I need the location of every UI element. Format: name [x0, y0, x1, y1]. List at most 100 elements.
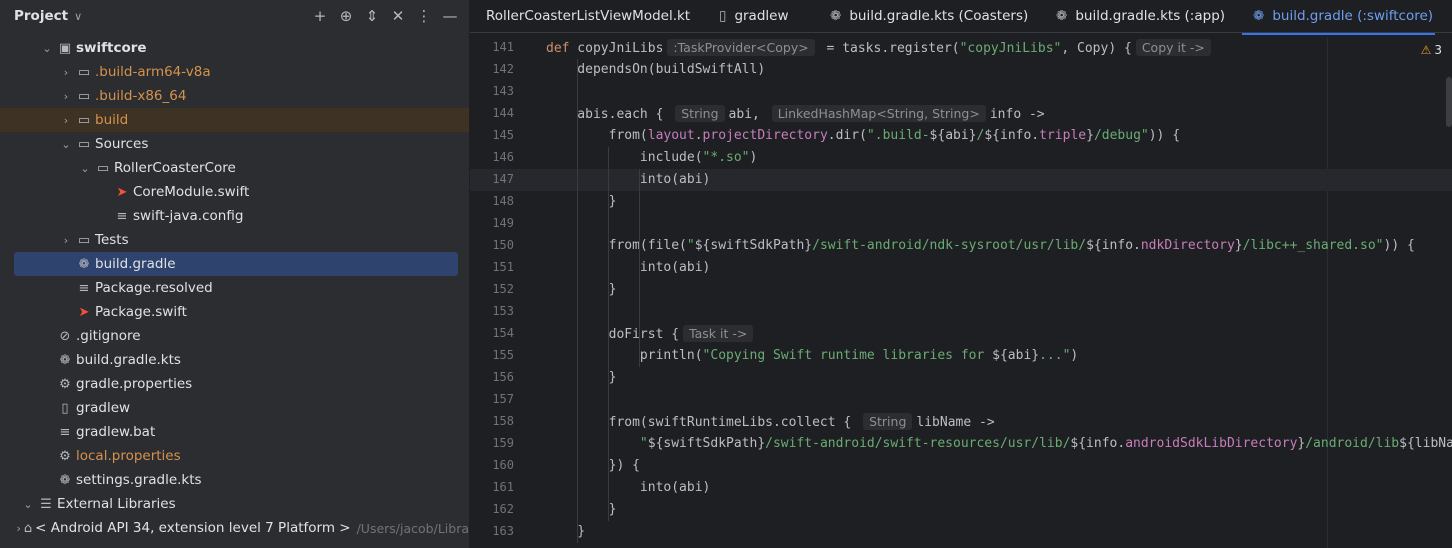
tree-item[interactable]: ➤ CoreModule.swift — [0, 180, 469, 204]
tab-0[interactable]: RollerCoasterListViewModel.kt — [486, 0, 690, 32]
tree-item-label: gradlew — [76, 400, 131, 416]
code-line: 151 into(abi) — [470, 257, 1452, 279]
tree-item-label: swiftcore — [76, 40, 147, 56]
tree-item[interactable]: › ▭ .build-x86_64 — [0, 84, 469, 108]
tree-item[interactable]: ≡ Package.resolved — [0, 276, 469, 300]
tree-item-label: .build-x86_64 — [95, 88, 187, 104]
line-number: 162 — [492, 502, 514, 516]
line-number: 150 — [492, 238, 514, 252]
expand-icon[interactable]: ⇕ — [359, 7, 385, 25]
chevron-right-icon[interactable]: › — [58, 66, 74, 79]
editor-area: RollerCoasterListViewModel.kt ▯ gradlew ❁ bu… — [470, 0, 1452, 548]
swift-icon: ➤ — [78, 304, 90, 320]
tree-item[interactable]: ❁ settings.gradle.kts — [0, 468, 469, 492]
swift-icon: ➤ — [116, 184, 128, 200]
tree-item[interactable]: ⊘ .gitignore — [0, 324, 469, 348]
tree-item[interactable]: ⚙ gradle.properties — [0, 372, 469, 396]
tree-item[interactable]: ➤ Package.swift — [0, 300, 469, 324]
code-editor[interactable]: ⚠ 3 141 def copyJniLibs:TaskProvider<Copy>… — [470, 37, 1452, 548]
folder-icon: ▭ — [77, 64, 91, 80]
library-icon: ☰ — [40, 496, 52, 512]
android-icon: ⌂ — [23, 520, 33, 536]
tree-item[interactable]: ⌄ ☰ External Libraries — [0, 492, 469, 516]
tree-item[interactable]: ⚙ local.properties — [0, 444, 469, 468]
code-line: 146 include("*.so") — [470, 147, 1452, 169]
project-panel: Project ∨ + ⊕ ⇕ ✕ ⋮ — ⌄ ▣ swiftcore › ▭ .buil… — [0, 0, 469, 548]
add-icon[interactable]: + — [307, 7, 333, 25]
tree-item-label: Package.swift — [95, 304, 187, 320]
code-line: 141 def copyJniLibs:TaskProvider<Copy> = … — [470, 37, 1452, 59]
chevron-down-icon[interactable]: ⌄ — [58, 138, 74, 151]
chevron-right-icon[interactable]: › — [58, 234, 74, 247]
tab-2[interactable]: ❁ build.gradle.kts (Coasters) — [830, 0, 1028, 32]
tree-item[interactable]: ❁ build.gradle.kts — [0, 348, 469, 372]
code-line: 159 "${swiftSdkPath}/swift-android/swift… — [470, 433, 1452, 455]
tree-item-label: .gitignore — [76, 328, 141, 344]
code-line: 153 — [470, 301, 1452, 323]
tree-item-label: < Android API 34, extension level 7 Plat… — [35, 520, 351, 536]
chevron-right-icon[interactable]: › — [16, 522, 22, 535]
collapse-icon[interactable]: ✕ — [385, 7, 411, 25]
tab-4[interactable]: ❁ build.gradle (:swiftcore) — [1253, 0, 1433, 32]
chevron-down-icon[interactable]: ⌄ — [77, 162, 93, 175]
active-tab-indicator — [1242, 33, 1435, 35]
tree-item[interactable]: › ▭ build — [0, 108, 469, 132]
tree-item[interactable]: ⌄ ▭ Sources — [0, 132, 469, 156]
chevron-down-icon[interactable]: ∨ — [74, 10, 82, 23]
code-line: 145 from(layout.projectDirectory.dir(".b… — [470, 125, 1452, 147]
line-number: 159 — [492, 436, 514, 450]
minimize-icon[interactable]: — — [437, 7, 463, 25]
tree-item[interactable]: ≡ gradlew.bat — [0, 420, 469, 444]
target-icon[interactable]: ⊕ — [333, 7, 359, 25]
indent-guide — [608, 147, 609, 521]
module-icon: ▣ — [58, 40, 72, 56]
tree-item[interactable]: › ⌂ < Android API 34, extension level 7 Pl… — [0, 516, 469, 540]
code-line: 162 } — [470, 499, 1452, 521]
tree-item[interactable]: › ▭ Tests — [0, 228, 469, 252]
project-title[interactable]: Project — [14, 8, 68, 24]
line-number: 153 — [492, 304, 514, 318]
code-line: 160 }) { — [470, 455, 1452, 477]
line-number: 156 — [492, 370, 514, 384]
tab-3[interactable]: ❁ build.gradle.kts (:app) — [1056, 0, 1225, 32]
code-line: 147 into(abi) — [470, 169, 1452, 191]
line-number: 152 — [492, 282, 514, 296]
chevron-down-icon[interactable]: ⌄ — [20, 498, 36, 511]
line-number: 161 — [492, 480, 514, 494]
code-line: 149 — [470, 213, 1452, 235]
chevron-right-icon[interactable]: › — [58, 90, 74, 103]
settings-icon: ⚙ — [59, 448, 71, 464]
code-text: def copyJniLibs:TaskProvider<Copy> = tas… — [546, 37, 1215, 60]
tree-item-label: RollerCoasterCore — [114, 160, 236, 176]
line-number: 144 — [492, 106, 514, 120]
tree-item-label: External Libraries — [57, 496, 176, 512]
tree-item[interactable]: ⌄ ▭ RollerCoasterCore — [0, 156, 469, 180]
line-number: 142 — [492, 62, 514, 76]
code-text: into(abi) — [546, 480, 711, 495]
code-line: 157 — [470, 389, 1452, 411]
line-number: 151 — [492, 260, 514, 274]
code-line: 152 } — [470, 279, 1452, 301]
folder-icon: ▭ — [77, 136, 91, 152]
code-line: 158 from(swiftRuntimeLibs.collect { Stri… — [470, 411, 1452, 433]
tree-item[interactable]: ▯ gradlew — [0, 396, 469, 420]
gradle-icon: ❁ — [59, 352, 71, 368]
line-number: 148 — [492, 194, 514, 208]
tree-item[interactable]: ⌄ ▣ swiftcore — [0, 36, 469, 60]
tab-1[interactable]: ▯ gradlew — [719, 0, 789, 32]
code-line: 142 dependsOn(buildSwiftAll) — [470, 59, 1452, 81]
tree-item[interactable]: › ▭ .build-arm64-v8a — [0, 60, 469, 84]
chevron-down-icon[interactable]: ⌄ — [39, 42, 55, 55]
tree-item[interactable]: ❁ build.gradle — [14, 252, 458, 276]
file-icon: ▯ — [61, 400, 69, 416]
gradle-icon: ❁ — [78, 256, 90, 272]
line-number: 154 — [492, 326, 514, 340]
tree-item-label: build.gradle.kts — [76, 352, 181, 368]
tab-label: build.gradle.kts (:app) — [1075, 8, 1226, 24]
tree-item[interactable]: ≡ swift-java.config — [0, 204, 469, 228]
line-number: 160 — [492, 458, 514, 472]
code-text: into(abi) — [546, 260, 711, 275]
more-icon[interactable]: ⋮ — [411, 7, 437, 25]
code-text: println("Copying Swift runtime libraries… — [546, 348, 1079, 363]
chevron-right-icon[interactable]: › — [58, 114, 74, 127]
